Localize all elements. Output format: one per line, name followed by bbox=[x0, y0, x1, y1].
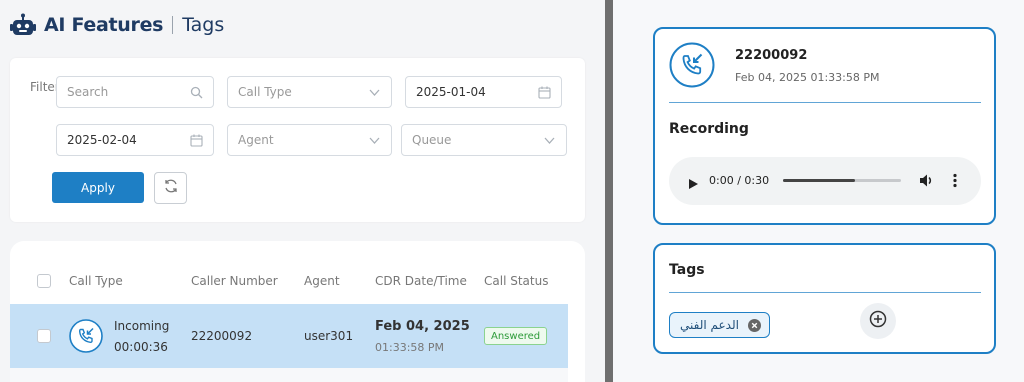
calls-table: Call Type Caller Number Agent CDR Date/T… bbox=[10, 241, 585, 382]
tags-title: Tags bbox=[669, 262, 705, 278]
column-cdr-datetime: CDR Date/Time bbox=[375, 274, 467, 288]
seek-progress bbox=[783, 179, 855, 182]
panel-splitter[interactable] bbox=[605, 0, 613, 382]
date-from-input[interactable]: 2025-01-04 bbox=[405, 76, 562, 108]
table-row-next bbox=[10, 368, 568, 382]
player-time: 0:00 / 0:30 bbox=[709, 174, 770, 187]
refresh-icon bbox=[163, 178, 179, 198]
recording-title: Recording bbox=[669, 121, 749, 137]
add-tag-button[interactable] bbox=[860, 303, 896, 339]
search-placeholder: Search bbox=[67, 85, 109, 99]
column-agent: Agent bbox=[304, 274, 340, 288]
detail-panel: 22200092 Feb 04, 2025 01:33:58 PM Record… bbox=[613, 0, 1024, 382]
add-circle-icon bbox=[868, 309, 888, 333]
recording-divider bbox=[669, 102, 981, 103]
column-call-status: Call Status bbox=[484, 274, 549, 288]
incoming-call-icon bbox=[669, 42, 715, 92]
select-all-checkbox[interactable] bbox=[37, 274, 51, 288]
queue-placeholder: Queue bbox=[412, 133, 452, 147]
call-date: Feb 04, 2025 bbox=[375, 319, 470, 334]
call-duration: 00:00:36 bbox=[114, 340, 168, 354]
robot-icon bbox=[10, 13, 36, 37]
agent-select[interactable]: Agent bbox=[227, 124, 392, 156]
queue-select[interactable]: Queue bbox=[401, 124, 567, 156]
call-type-placeholder: Call Type bbox=[238, 85, 292, 99]
recording-card: 22200092 Feb 04, 2025 01:33:58 PM Record… bbox=[653, 27, 996, 225]
volume-icon[interactable] bbox=[919, 173, 934, 192]
call-type-text: Incoming bbox=[114, 319, 170, 333]
table-row[interactable]: Incoming 00:00:36 22200092 user301 Feb 0… bbox=[10, 304, 568, 368]
tag-label: الدعم الفني bbox=[680, 318, 739, 332]
agent-placeholder: Agent bbox=[238, 133, 274, 147]
column-call-type: Call Type bbox=[69, 274, 123, 288]
more-vert-icon[interactable] bbox=[952, 173, 958, 192]
table-header: Call Type Caller Number Agent CDR Date/T… bbox=[10, 269, 585, 293]
calendar-icon bbox=[538, 86, 551, 99]
date-from-value: 2025-01-04 bbox=[416, 85, 486, 99]
chevron-down-icon bbox=[368, 134, 381, 147]
page-subtitle: Tags bbox=[182, 14, 225, 36]
page-title: AI Features bbox=[44, 14, 164, 36]
play-icon[interactable] bbox=[687, 175, 699, 194]
date-to-value: 2025-02-04 bbox=[67, 133, 137, 147]
filter-card: Filter Search Call Type 2025-01-04 2025-… bbox=[10, 58, 585, 222]
search-icon bbox=[190, 86, 203, 99]
row-checkbox[interactable] bbox=[37, 329, 51, 343]
detail-caller-number: 22200092 bbox=[735, 48, 808, 63]
calendar-icon bbox=[190, 134, 203, 147]
refresh-button[interactable] bbox=[154, 172, 187, 204]
chevron-down-icon bbox=[543, 134, 556, 147]
column-caller-number: Caller Number bbox=[191, 274, 278, 288]
tags-divider bbox=[669, 292, 981, 293]
agent-name: user301 bbox=[304, 329, 354, 343]
detail-datetime: Feb 04, 2025 01:33:58 PM bbox=[735, 71, 880, 84]
search-input[interactable]: Search bbox=[56, 76, 214, 108]
tags-card: Tags الدعم الفني bbox=[653, 243, 996, 354]
chevron-down-icon bbox=[368, 86, 381, 99]
main-panel: AI Features Tags Filter Search Call Type… bbox=[0, 0, 605, 382]
date-to-input[interactable]: 2025-02-04 bbox=[56, 124, 214, 156]
audio-player: 0:00 / 0:30 bbox=[669, 157, 981, 205]
incoming-call-icon bbox=[69, 319, 103, 357]
status-badge: Answered bbox=[484, 327, 548, 345]
caller-number: 22200092 bbox=[191, 329, 253, 343]
call-type-select[interactable]: Call Type bbox=[227, 76, 392, 108]
apply-button[interactable]: Apply bbox=[52, 172, 144, 203]
close-circle-icon[interactable] bbox=[747, 318, 761, 332]
call-time: 01:33:58 PM bbox=[375, 341, 445, 354]
page-header: AI Features Tags bbox=[10, 12, 224, 38]
title-separator bbox=[172, 16, 174, 34]
tag-chip: الدعم الفني bbox=[669, 312, 770, 338]
